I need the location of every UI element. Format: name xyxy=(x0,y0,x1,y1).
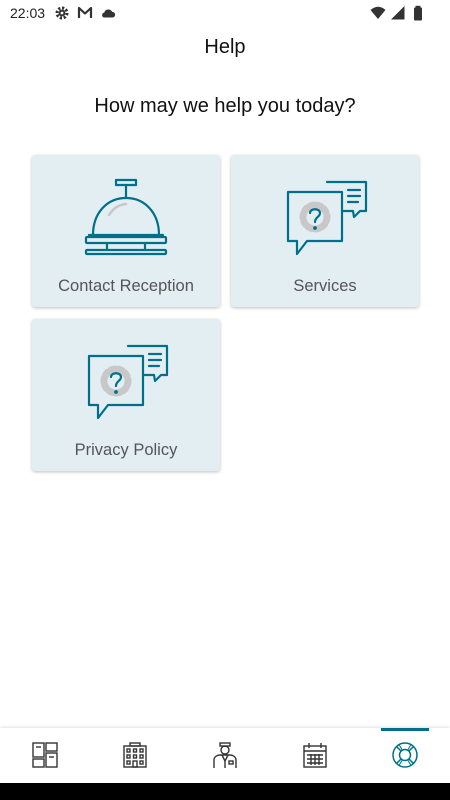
services-card[interactable]: Services xyxy=(231,155,419,307)
battery-icon xyxy=(414,5,422,21)
nav-item-help[interactable] xyxy=(360,728,450,783)
privacy-policy-card[interactable]: Privacy Policy xyxy=(32,319,220,471)
hotel-building-icon xyxy=(123,742,147,768)
contact-reception-card[interactable]: Contact Reception xyxy=(32,155,220,307)
question-chat-icon xyxy=(87,344,169,420)
gmail-icon xyxy=(77,6,93,18)
dashboard-icon xyxy=(32,742,58,768)
signal-icon xyxy=(391,6,405,20)
page-title: Help xyxy=(204,36,246,58)
gear-icon xyxy=(55,6,69,20)
nav-item-concierge[interactable] xyxy=(180,728,270,783)
services-label: Services xyxy=(293,277,357,295)
system-navigation-bar xyxy=(0,783,450,800)
contact-reception-label: Contact Reception xyxy=(58,277,194,295)
nav-item-calendar[interactable] xyxy=(270,728,360,783)
bottom-navigation xyxy=(0,728,450,783)
lifebuoy-icon xyxy=(392,742,418,768)
calendar-icon xyxy=(303,743,327,768)
status-bar: 22:03 xyxy=(0,0,450,26)
nav-item-hotel[interactable] xyxy=(90,728,180,783)
status-time: 22:03 xyxy=(10,5,46,21)
question-chat-icon xyxy=(286,180,368,256)
reception-bell-icon xyxy=(84,178,168,256)
privacy-policy-label: Privacy Policy xyxy=(74,441,178,459)
concierge-icon xyxy=(213,742,237,768)
page-subtitle: How may we help you today? xyxy=(94,95,356,117)
nav-item-dashboard[interactable] xyxy=(0,728,90,783)
wifi-icon xyxy=(370,6,386,19)
cloud-icon xyxy=(102,9,116,18)
